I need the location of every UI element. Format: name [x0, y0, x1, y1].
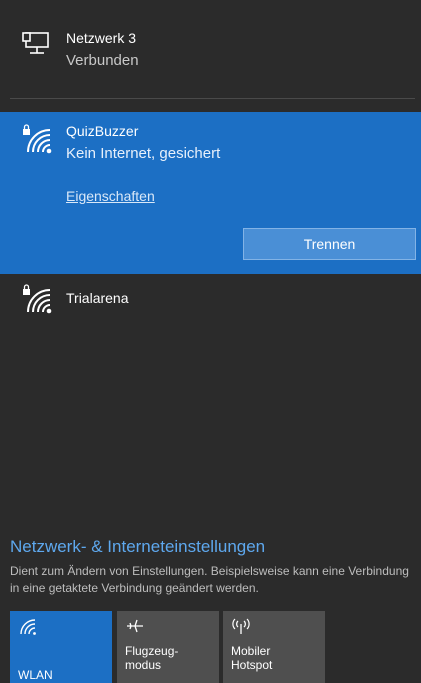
quick-actions: WLAN Flugzeug-modus Mobiler Hotspot — [10, 611, 420, 683]
mobile-hotspot-label: Mobiler Hotspot — [231, 644, 273, 672]
wired-network-name: Netzwerk 3 — [66, 30, 137, 46]
airplane-icon — [127, 619, 143, 633]
wifi-icon — [20, 619, 36, 635]
network-settings-description: Dient zum Ändern von Einstellungen. Beis… — [10, 564, 409, 595]
ethernet-icon — [22, 32, 49, 54]
wifi-connected-name: QuizBuzzer — [66, 123, 139, 139]
wired-network-item[interactable]: Netzwerk 3 Verbunden — [0, 18, 421, 98]
wifi-secured-icon — [23, 284, 52, 314]
airplane-mode-label: Flugzeug-modus — [125, 644, 179, 672]
disconnect-button[interactable]: Trennen — [243, 228, 416, 260]
network-flyout: Netzwerk 3 Verbunden QuizBuzzer Kein Int… — [0, 0, 421, 683]
wifi-network-name: Trialarena — [66, 290, 129, 306]
wifi-secured-icon — [23, 124, 52, 154]
airplane-mode-tile[interactable]: Flugzeug-modus — [117, 611, 219, 683]
network-settings-link[interactable]: Netzwerk- & Interneteinstellungen — [10, 537, 265, 557]
properties-link[interactable]: Eigenschaften — [66, 188, 155, 204]
wired-network-status: Verbunden — [66, 52, 139, 69]
wifi-connected-status: Kein Internet, gesichert — [66, 145, 221, 162]
wifi-network-item[interactable]: Trialarena — [0, 282, 421, 322]
wlan-label: WLAN — [18, 668, 53, 682]
mobile-hotspot-tile[interactable]: Mobiler Hotspot — [223, 611, 325, 683]
wifi-connected-item[interactable]: QuizBuzzer Kein Internet, gesichert Eige… — [0, 112, 421, 274]
hotspot-icon — [232, 618, 250, 634]
divider — [10, 98, 415, 99]
wlan-toggle-tile[interactable]: WLAN — [10, 611, 112, 683]
